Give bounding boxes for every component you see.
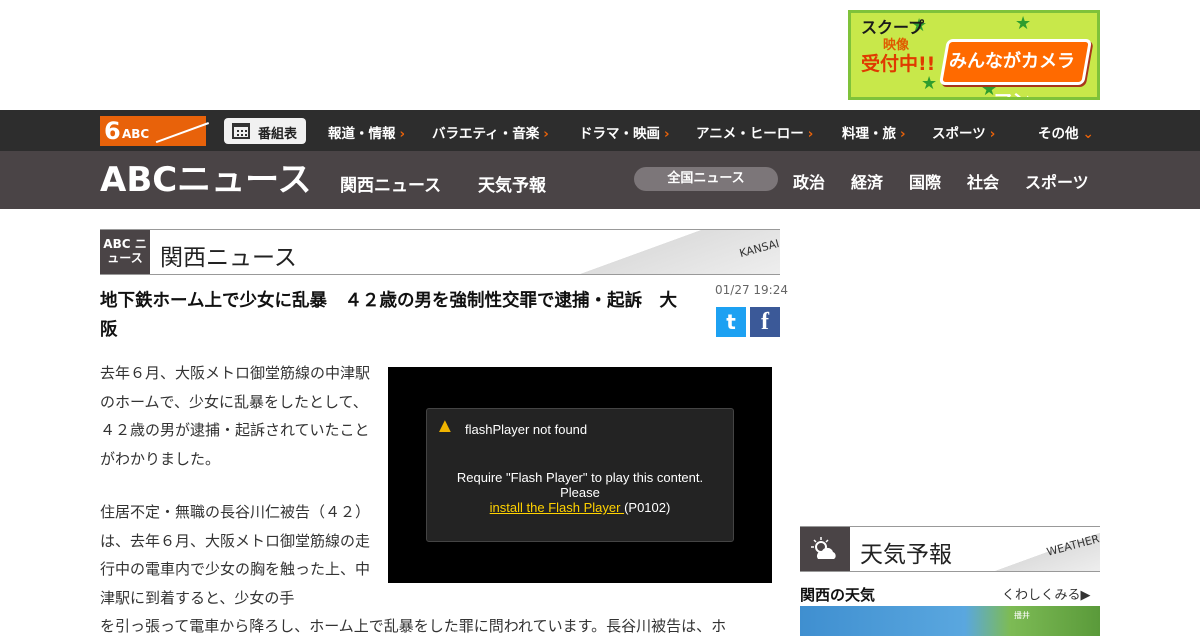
weather-badge [800,527,850,571]
nav-label: アニメ・ヒーロー [696,126,804,142]
article-paragraph-3: を引っ張って電車から降ろし、ホーム上で乱暴をした罪に問われています。長谷川被告は… [100,617,727,635]
chevron-down-icon: ⌄ [1082,126,1094,142]
abc-6-logo[interactable]: 6 ABC [100,108,210,146]
logo-swoosh [150,108,210,144]
flash-not-found-dialog: ▲ flashPlayer not found Require "Flash P… [426,408,734,542]
nav-label: その他 [1038,126,1079,142]
banner-camera-badge: みんながカメラマン [938,39,1093,97]
tab-sports[interactable]: スポーツ [1025,169,1089,193]
chevron-right-icon: › [399,126,406,142]
section-tag: KANSAI [738,236,781,261]
dialog-line2: Please [560,485,600,500]
chevron-right-icon: › [989,126,996,142]
nav-label: ドラマ・映画 [579,126,660,142]
article-date: 01/27 19:24 [715,283,788,297]
tab-economy[interactable]: 経済 [851,169,883,193]
news-nav: ABCニュース 関西ニュース 天気予報 全国ニュース 政治 経済 国際 社会 ス… [0,151,1200,209]
chevron-right-icon: › [900,126,906,142]
star-icon: ★ [921,73,938,94]
tab-international[interactable]: 国際 [909,169,941,193]
nav-item-drama[interactable]: ドラマ・映画 › [579,122,670,142]
dialog-body: Require "Flash Player" to play this cont… [427,470,733,515]
article-paragraph-1: 去年６月、大阪メトロ御堂筋線の中津駅のホームで、少女に乱暴をしたとして、４２歳の… [100,364,371,468]
camera-man-banner[interactable]: ★ ★ ★ ★ スクープ 映像 受付中!! みんながカメラマン [848,10,1100,100]
dialog-line1: Require "Flash Player" to play this cont… [456,470,704,485]
banner-line3: 受付中!! [861,53,936,75]
weather-tag: WEATHER [1045,532,1101,559]
warning-icon: ▲ [435,415,455,437]
nav-label: バラエティ・音楽 [432,126,540,142]
abc-news-logo[interactable]: ABCニュース [100,161,311,199]
map-place-label: 播井 [1014,611,1030,620]
dialog-title: flashPlayer not found [465,422,588,437]
abc-news-badge: ABC ニュース [100,230,150,274]
program-guide-label: 番組表 [258,127,298,142]
chevron-right-icon: › [664,126,670,142]
banner-camera-text: みんながカメラマン [948,51,1075,97]
banner-scoop-text: スクープ 映像 受付中!! [861,18,936,75]
nav-item-other[interactable]: その他 ⌄ [1038,122,1094,142]
tab-national-news[interactable]: 全国ニュース [634,167,778,191]
logo-abc: ABC [122,127,150,141]
twitter-share-button[interactable]: t [716,307,746,337]
banner-line1: スクープ [861,18,925,37]
chevron-right-icon: › [807,126,814,142]
program-guide-button[interactable]: 番組表 [224,118,306,144]
star-icon: ★ [1015,13,1032,34]
weather-section-header: 天気予報 WEATHER [800,526,1101,572]
weather-title: 天気予報 [860,542,952,568]
section-header: ABC ニュース 関西ニュース KANSAI [100,229,781,275]
install-flash-link[interactable]: install the Flash Player [490,500,624,515]
weather-map[interactable]: 播井 [800,606,1100,636]
calendar-icon [232,123,250,139]
nav-item-anime[interactable]: アニメ・ヒーロー › [696,122,813,142]
weather-more-link[interactable]: くわしくみる▶ [1002,584,1091,603]
video-player[interactable]: ▲ flashPlayer not found Require "Flash P… [388,367,772,583]
nav-label: 料理・旅 [842,126,896,142]
facebook-icon: f [761,309,769,335]
link-kansai-news[interactable]: 関西ニュース [340,171,441,196]
error-code: (P0102) [624,500,671,515]
twitter-icon: t [726,310,736,334]
article-paragraph-2: 住居不定・無職の長谷川仁被告（４２）は、去年６月、大阪メトロ御堂筋線の走行中の電… [100,503,371,607]
link-weather[interactable]: 天気予報 [478,171,546,196]
nav-item-sports[interactable]: スポーツ › [932,122,995,142]
nav-item-cooking[interactable]: 料理・旅 › [842,122,906,142]
nav-item-variety[interactable]: バラエティ・音楽 › [432,122,549,142]
chevron-right-icon: › [543,126,549,142]
kansai-weather-heading: 関西の天気 [800,586,876,604]
logo-six: 6 [104,117,121,145]
tab-society[interactable]: 社会 [967,169,999,193]
nav-label: スポーツ [932,126,986,142]
nav-label: 報道・情報 [328,126,396,142]
nav-item-news[interactable]: 報道・情報 › [328,122,405,142]
facebook-share-button[interactable]: f [750,307,780,337]
article-headline: 地下鉄ホーム上で少女に乱暴 ４２歳の男を強制性交罪で逮捕・起訴 大阪 [100,291,677,340]
tab-politics[interactable]: 政治 [793,169,825,193]
sun-cloud-icon [811,537,836,559]
section-title: 関西ニュース [160,245,297,271]
global-nav: 6 ABC 番組表 報道・情報 › バラエティ・音楽 › ドラマ・映画 › アニメ・ヒ… [0,108,1200,151]
